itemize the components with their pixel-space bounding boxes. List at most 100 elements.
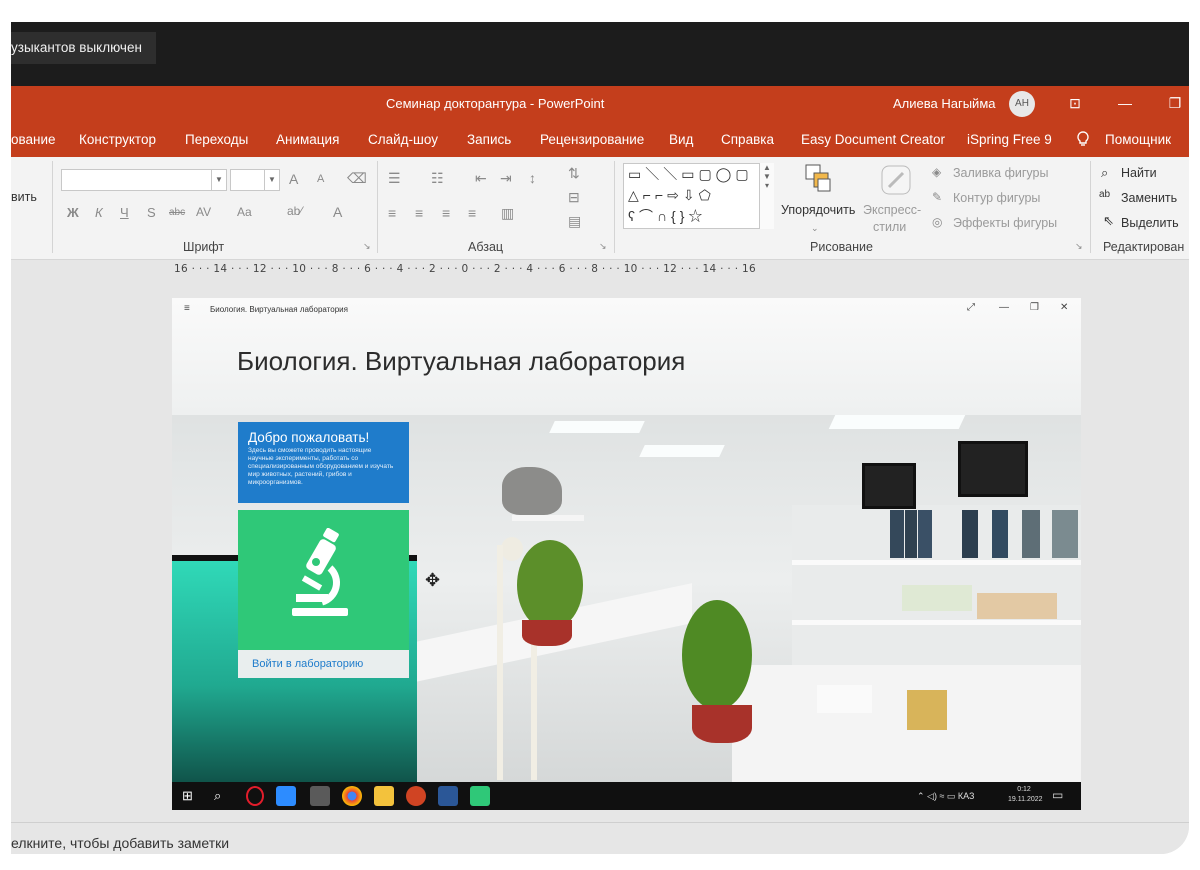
search-icon[interactable]: ⌕: [214, 788, 221, 804]
notes-pane[interactable]: елкните, чтобы добавить заметки: [11, 822, 1189, 854]
page-title: Биология. Виртуальная лаборатория: [237, 346, 686, 376]
align-center-icon[interactable]: ≡: [415, 205, 423, 221]
decrease-indent-icon[interactable]: ⇤: [475, 170, 487, 187]
app-window-header: ≡ Биология. Виртуальная лаборатория ⤢ — …: [172, 298, 1081, 415]
shape-fill-button[interactable]: Заливка фигуры: [953, 166, 1048, 180]
strikethrough-button[interactable]: abc: [169, 207, 185, 218]
minimize-icon[interactable]: —: [999, 302, 1009, 313]
shape-effects-icon[interactable]: ◎: [932, 215, 942, 229]
chevron-down-icon[interactable]: ⌄: [811, 223, 819, 234]
menu-icon[interactable]: ≡: [184, 303, 190, 314]
input-language[interactable]: КАЗ: [958, 791, 975, 801]
quick-styles-icon[interactable]: [879, 163, 913, 200]
dialog-launcher-icon[interactable]: ↘: [1075, 241, 1083, 252]
align-text-icon[interactable]: ⊟: [568, 189, 580, 206]
system-tray[interactable]: ⌃ ◁) ≈ ▭ КАЗ: [917, 782, 975, 810]
paint-bucket-icon[interactable]: ◈: [932, 165, 941, 179]
microscope-tile[interactable]: [238, 510, 409, 653]
shrink-font-button[interactable]: A: [317, 173, 324, 185]
tab-easy-document-creator[interactable]: Easy Document Creator: [801, 121, 945, 159]
file-explorer-icon[interactable]: [374, 786, 394, 806]
grow-font-button[interactable]: A: [289, 171, 298, 187]
text-direction-icon[interactable]: ⇅: [568, 165, 580, 182]
taskbar-clock[interactable]: 0:12 19.11.2022: [1008, 785, 1043, 805]
search-icon[interactable]: ⌕: [1101, 165, 1108, 181]
arrange-icon[interactable]: [804, 163, 834, 196]
slide-canvas[interactable]: ≡ Биология. Виртуальная лаборатория ⤢ — …: [172, 298, 1081, 810]
opera-icon[interactable]: [246, 786, 264, 806]
expand-icon[interactable]: ⤢: [967, 302, 975, 313]
bold-button[interactable]: Ж: [67, 205, 79, 220]
tab-help[interactable]: Справка: [721, 121, 774, 159]
tab-review[interactable]: Рецензирование: [540, 121, 644, 159]
font-group-label: Шрифт: [183, 240, 225, 254]
align-right-icon[interactable]: ≡: [442, 205, 450, 221]
zoom-icon[interactable]: [276, 786, 296, 806]
shape-outline-button[interactable]: Контур фигуры: [953, 191, 1040, 205]
character-spacing-button[interactable]: AV: [196, 205, 211, 219]
avatar[interactable]: АН: [1009, 91, 1035, 117]
replace-icon[interactable]: ab: [1099, 189, 1110, 200]
notifications-icon[interactable]: ▭: [1052, 788, 1063, 802]
change-case-button[interactable]: Aa: [237, 205, 252, 219]
restore-button[interactable]: ❐: [1161, 86, 1189, 121]
word-icon[interactable]: [438, 786, 458, 806]
pencil-icon[interactable]: ✎: [932, 190, 942, 204]
increase-indent-icon[interactable]: ⇥: [500, 170, 512, 187]
restore-icon[interactable]: ❐: [1030, 302, 1039, 313]
ribbon-display-icon[interactable]: ⊡: [1061, 86, 1089, 121]
chrome-icon[interactable]: [342, 786, 362, 806]
dialog-launcher-icon[interactable]: ↘: [363, 241, 371, 252]
highlight-icon[interactable]: ab⁄: [287, 204, 302, 218]
find-button[interactable]: Найти: [1121, 166, 1157, 180]
minimize-button[interactable]: —: [1111, 86, 1139, 121]
tab-view[interactable]: Вид: [669, 121, 693, 159]
welcome-heading: Добро пожаловать!: [248, 430, 370, 445]
shapes-gallery-scroll[interactable]: ▲ ▼ ▾: [759, 163, 774, 229]
underline-button[interactable]: Ч: [120, 205, 129, 220]
shape-effects-button[interactable]: Эффекты фигуры: [953, 216, 1057, 230]
justify-icon[interactable]: ≡: [468, 205, 476, 221]
tab-assistant[interactable]: Помощник: [1105, 121, 1171, 159]
font-size-select[interactable]: ▼: [230, 169, 280, 191]
tab-design[interactable]: Конструктор: [79, 121, 156, 159]
quick-styles-label-2[interactable]: стили: [873, 220, 906, 234]
replace-button[interactable]: Заменить: [1121, 191, 1177, 205]
font-name-select[interactable]: ▼: [61, 169, 227, 191]
tab-animations-partial[interactable]: ование: [11, 121, 56, 159]
quick-styles-label-1[interactable]: Экспресс-: [863, 203, 921, 217]
cursor-icon[interactable]: ⇖: [1103, 213, 1114, 229]
font-color-icon[interactable]: A: [333, 204, 342, 220]
smartart-icon[interactable]: ▤: [568, 213, 581, 230]
bullets-icon[interactable]: ☰: [388, 170, 401, 187]
powerpoint-icon[interactable]: [406, 786, 426, 806]
tab-transitions[interactable]: Переходы: [185, 121, 248, 159]
shadow-button[interactable]: S: [147, 205, 156, 220]
columns-icon[interactable]: ▥: [501, 205, 514, 222]
italic-button[interactable]: К: [95, 205, 103, 220]
numbering-icon[interactable]: ☷: [431, 170, 444, 187]
lightbulb-icon[interactable]: [1077, 121, 1089, 159]
user-name[interactable]: Алиева Нагыйма: [893, 86, 995, 121]
binder-stack: [902, 585, 972, 611]
enter-lab-button[interactable]: Войти в лабораторию: [238, 650, 409, 678]
dialog-launcher-icon[interactable]: ↘: [599, 241, 607, 252]
calculator-icon[interactable]: [310, 786, 330, 806]
line-spacing-icon[interactable]: ↕: [529, 170, 536, 186]
tab-ispring[interactable]: iSpring Free 9: [967, 121, 1052, 159]
close-icon[interactable]: ✕: [1060, 302, 1068, 313]
paste-button-label[interactable]: вить: [11, 190, 37, 204]
tab-slideshow[interactable]: Слайд-шоу: [368, 121, 438, 159]
clear-format-icon[interactable]: ⌫: [347, 170, 367, 187]
select-button[interactable]: Выделить: [1121, 216, 1179, 230]
notes-placeholder[interactable]: елкните, чтобы добавить заметки: [11, 835, 229, 851]
tab-record[interactable]: Запись: [467, 121, 511, 159]
shapes-gallery[interactable]: ▭＼＼▭▢◯▢ △⌐⌐⇨⇩⬠ ʕ⌒∩{}☆: [623, 163, 773, 229]
group-separator: [1090, 161, 1091, 253]
align-left-icon[interactable]: ≡: [388, 205, 396, 221]
binder-stack: [977, 593, 1057, 619]
arrange-button-label[interactable]: Упорядочить: [781, 203, 855, 217]
tab-animation[interactable]: Анимация: [276, 121, 339, 159]
biology-lab-app-icon[interactable]: [470, 786, 490, 806]
windows-start-icon[interactable]: ⊞: [182, 788, 193, 804]
